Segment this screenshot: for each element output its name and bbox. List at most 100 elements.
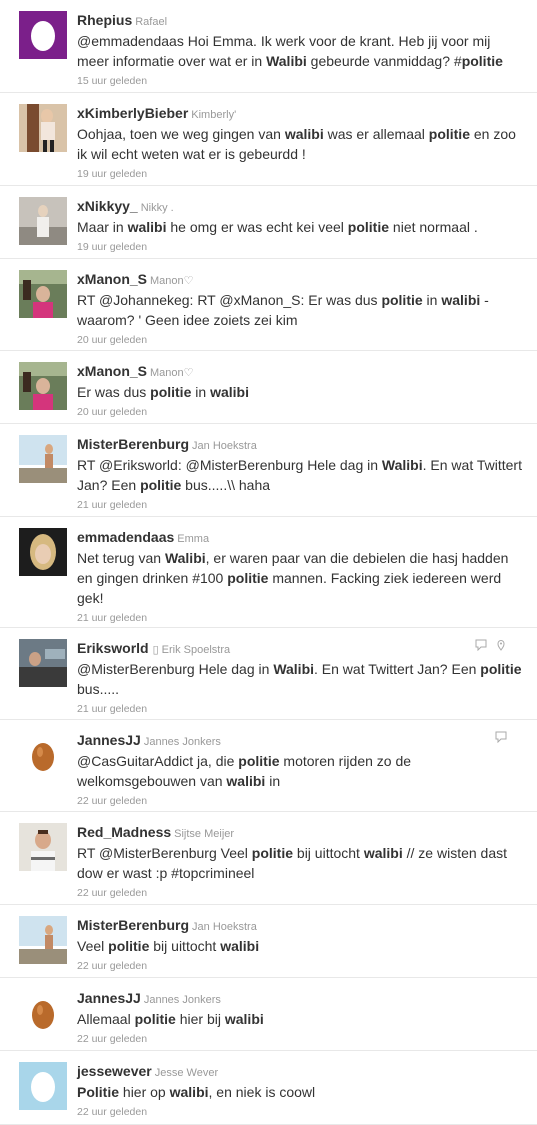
avatar[interactable]	[19, 435, 67, 483]
tweet-text-segment: in	[422, 292, 442, 308]
tweet-item[interactable]: Eriksworld ▯ Erik Spoelstra @MisterBerenbur…	[0, 628, 537, 720]
tweet-item[interactable]: MisterBerenburg Jan Hoekstra Veel politie …	[0, 905, 537, 978]
tweet-text-segment: niet normaal .	[389, 219, 478, 235]
highlight-keyword: politie	[347, 219, 390, 235]
timestamp-link[interactable]: 15 uur geleden	[77, 73, 523, 89]
highlight-keyword: walibi	[210, 384, 249, 400]
timestamp-link[interactable]: 21 uur geleden	[77, 701, 523, 717]
tweet-item[interactable]: xKimberlyBieber Kimberly' Oohjaa, toen we …	[0, 93, 537, 186]
highlight-keyword: politie	[134, 1011, 176, 1027]
tweet-content: JannesJJ Jannes Jonkers @CasGuitarAddict j…	[77, 731, 523, 809]
screen-name-link[interactable]: Eriksworld	[77, 640, 149, 656]
screen-name-link[interactable]: MisterBerenburg	[77, 436, 189, 452]
full-name: Jan Hoekstra	[192, 440, 257, 452]
screen-name-link[interactable]: JannesJJ	[77, 990, 141, 1006]
highlight-keyword: politie	[480, 661, 522, 677]
avatar[interactable]	[19, 11, 67, 59]
tweet-item[interactable]: xNikkyy_ Nikky . Maar in walibi he omg er …	[0, 186, 537, 259]
tweet-item[interactable]: jessewever Jesse Wever Politie hier op wal…	[0, 1051, 537, 1125]
avatar[interactable]	[19, 104, 67, 152]
tweet-item[interactable]: JannesJJ Jannes Jonkers @CasGuitarAddict j…	[0, 720, 537, 812]
screen-name-link[interactable]: Rhepius	[77, 12, 132, 28]
highlight-keyword: politie	[140, 477, 182, 493]
tweet-text-segment: Net terug van	[77, 550, 165, 566]
tweet-text-segment: gebeurde vanmiddag? #	[306, 53, 462, 69]
tweet-text: Oohjaa, toen we weg gingen van walibi wa…	[77, 124, 523, 164]
avatar[interactable]	[19, 916, 67, 964]
tweet-item[interactable]: JannesJJ Jannes Jonkers Allemaal politie h…	[0, 978, 537, 1051]
screen-name-link[interactable]: jessewever	[77, 1063, 152, 1079]
tweet-text: Politie hier op walibi, en niek is coowl	[77, 1082, 523, 1102]
tweet-text: RT @Johannekeg: RT @xManon_S: Er was dus…	[77, 290, 523, 330]
timestamp-link[interactable]: 21 uur geleden	[77, 497, 523, 513]
screen-name-link[interactable]: MisterBerenburg	[77, 917, 189, 933]
timestamp-link[interactable]: 22 uur geleden	[77, 1104, 523, 1120]
tweet-text-segment: Oohjaa, toen we weg gingen van	[77, 126, 285, 142]
highlight-keyword: walibi	[226, 773, 266, 789]
tweet-text: Net terug van Walibi, er waren paar van …	[77, 548, 523, 608]
tweet-text-segment: bij uittocht	[149, 938, 221, 954]
tweet-header: xNikkyy_ Nikky .	[77, 197, 523, 217]
avatar[interactable]	[19, 823, 67, 871]
avatar[interactable]	[19, 639, 67, 687]
tweet-item[interactable]: xManon_S Manon♡ RT @Johannekeg: RT @xManon…	[0, 259, 537, 351]
timestamp-link[interactable]: 19 uur geleden	[77, 239, 523, 255]
full-name: Nikky .	[140, 202, 174, 214]
highlight-keyword: politie	[238, 753, 280, 769]
full-name: Sijtse Meijer	[174, 828, 235, 840]
tweet-text-segment: bus.....	[77, 681, 120, 697]
tweet-text: Maar in walibi he omg er was echt kei ve…	[77, 217, 523, 237]
timestamp-link[interactable]: 21 uur geleden	[77, 610, 523, 626]
avatar[interactable]	[19, 197, 67, 245]
avatar[interactable]	[19, 528, 67, 576]
avatar[interactable]	[19, 362, 67, 410]
tweet-text-segment: bij uittocht	[293, 845, 364, 861]
tweet-text-segment: in	[265, 773, 281, 789]
tweet-text: @emmadendaas Hoi Emma. Ik werk voor de k…	[77, 31, 523, 71]
tweet-text: RT @Eriksworld: @MisterBerenburg Hele da…	[77, 455, 523, 495]
screen-name-link[interactable]: xKimberlyBieber	[77, 105, 188, 121]
tweet-item[interactable]: MisterBerenburg Jan Hoekstra RT @Eriksworl…	[0, 424, 537, 517]
highlight-keyword: politie	[251, 845, 294, 861]
tweet-content: MisterBerenburg Jan Hoekstra RT @Eriksworl…	[77, 435, 523, 513]
highlight-keyword: walibi	[169, 1084, 209, 1100]
screen-name-link[interactable]: emmadendaas	[77, 529, 174, 545]
avatar[interactable]	[19, 270, 67, 318]
reply-icon[interactable]	[475, 639, 487, 651]
tweet-text-segment: he omg er was echt kei veel	[166, 219, 348, 235]
tweet-text-segment: @CasGuitarAddict ja, die	[77, 753, 239, 769]
full-name: Manon♡	[150, 367, 194, 379]
highlight-keyword: politie	[381, 292, 423, 308]
highlight-keyword: politie	[461, 53, 503, 69]
highlight-keyword: walibi	[363, 845, 403, 861]
tweet-item[interactable]: Rhepius Rafael @emmadendaas Hoi Emma. Ik w…	[0, 0, 537, 93]
avatar[interactable]	[19, 989, 67, 1037]
tweet-item[interactable]: Red_Madness Sijtse Meijer RT @MisterBerenb…	[0, 812, 537, 905]
tweet-text-segment: was er allemaal	[323, 126, 429, 142]
full-name: Jannes Jonkers	[143, 994, 221, 1006]
tweet-text: @CasGuitarAddict ja, die politie motoren…	[77, 751, 523, 791]
screen-name-link[interactable]: Red_Madness	[77, 824, 171, 840]
screen-name-link[interactable]: xManon_S	[77, 271, 147, 287]
timestamp-link[interactable]: 22 uur geleden	[77, 793, 523, 809]
tweet-text-segment: RT @MisterBerenburg Veel	[77, 845, 252, 861]
location-pin-icon[interactable]	[495, 639, 507, 651]
tweet-text: RT @MisterBerenburg Veel politie bij uit…	[77, 843, 523, 883]
screen-name-link[interactable]: xManon_S	[77, 363, 147, 379]
tweet-content: Rhepius Rafael @emmadendaas Hoi Emma. Ik w…	[77, 11, 523, 89]
reply-icon[interactable]	[495, 731, 507, 743]
avatar[interactable]	[19, 731, 67, 779]
timestamp-link[interactable]: 22 uur geleden	[77, 1031, 523, 1047]
timestamp-link[interactable]: 19 uur geleden	[77, 166, 523, 182]
timestamp-link[interactable]: 20 uur geleden	[77, 404, 523, 420]
screen-name-link[interactable]: JannesJJ	[77, 732, 141, 748]
screen-name-link[interactable]: xNikkyy_	[77, 198, 138, 214]
tweet-item[interactable]: emmadendaas Emma Net terug van Walibi, er …	[0, 517, 537, 628]
highlight-keyword: politie	[227, 570, 269, 586]
timestamp-link[interactable]: 20 uur geleden	[77, 332, 523, 348]
timestamp-link[interactable]: 22 uur geleden	[77, 958, 523, 974]
timestamp-link[interactable]: 22 uur geleden	[77, 885, 523, 901]
tweet-content: xKimberlyBieber Kimberly' Oohjaa, toen we …	[77, 104, 523, 182]
tweet-item[interactable]: xManon_S Manon♡ Er was dus politie in wali…	[0, 351, 537, 424]
avatar[interactable]	[19, 1062, 67, 1110]
